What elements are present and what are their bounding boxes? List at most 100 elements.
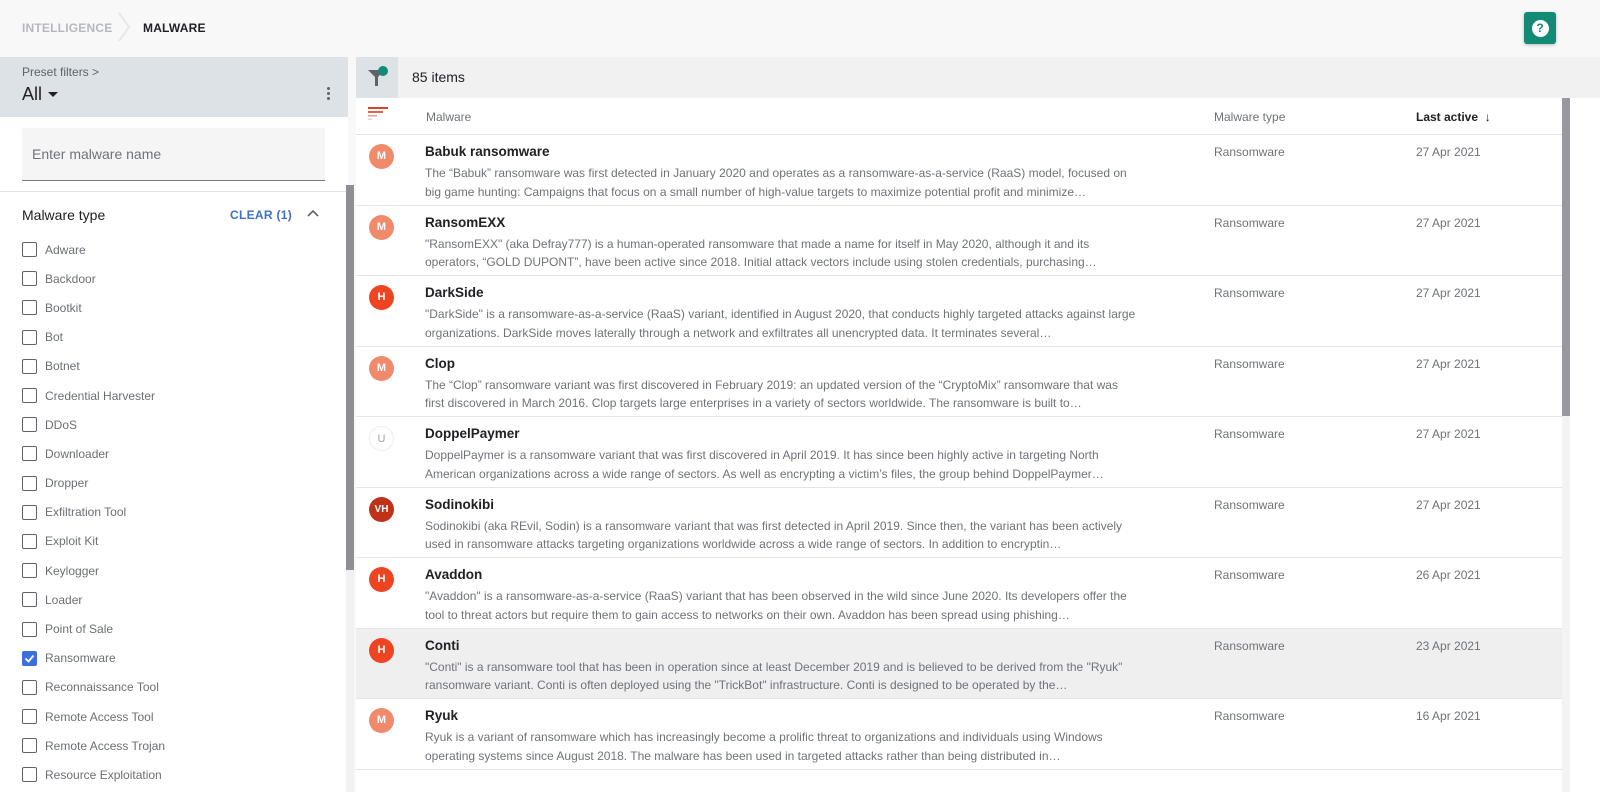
malware-type-option[interactable]: Loader: [22, 585, 322, 614]
checkbox[interactable]: [22, 475, 37, 491]
checkbox[interactable]: [22, 388, 37, 404]
checkbox[interactable]: [22, 563, 37, 579]
checkbox-checked[interactable]: [22, 650, 37, 666]
column-header-last-active[interactable]: Last active ↓: [1416, 110, 1491, 124]
malware-type-option[interactable]: Botnet: [22, 352, 322, 381]
malware-type-option[interactable]: Exploit Kit: [22, 527, 322, 556]
chevron-up-icon[interactable]: [307, 208, 319, 220]
table-row[interactable]: M RansomEXX "RansomEXX" (aka Defray777) is…: [356, 205, 1562, 276]
malware-name[interactable]: Ryuk: [425, 708, 458, 723]
checkbox[interactable]: [22, 242, 37, 258]
malware-type-option[interactable]: Reconnaissance Tool: [22, 673, 322, 702]
checkbox[interactable]: [22, 533, 37, 549]
table-row[interactable]: H Conti "Conti" is a ransomware tool that …: [356, 628, 1562, 699]
checkbox[interactable]: [22, 709, 37, 725]
malware-type-label: Botnet: [45, 359, 80, 374]
malware-type-option[interactable]: Credential Harvester: [22, 381, 322, 410]
malware-type-option[interactable]: Remote Access Tool: [22, 702, 322, 731]
malware-type-option[interactable]: Bootkit: [22, 293, 322, 322]
malware-type-option[interactable]: Keylogger: [22, 556, 322, 585]
preset-filter-dropdown[interactable]: All: [22, 84, 42, 105]
last-active-value: 27 Apr 2021: [1416, 356, 1481, 371]
malware-type-label: Bot: [45, 330, 64, 345]
malware-type-option[interactable]: Adware: [22, 235, 322, 264]
table-row[interactable]: M Babuk ransomware The “Babuk” ransomware …: [356, 135, 1562, 206]
severity-avatar: M: [369, 355, 394, 381]
checkbox[interactable]: [22, 504, 37, 520]
malware-description: Ryuk is a variant of ransomware which ha…: [425, 730, 1103, 763]
help-button[interactable]: ?: [1524, 12, 1556, 44]
malware-type-heading: Malware type: [22, 207, 106, 223]
malware-name[interactable]: Sodinokibi: [425, 497, 494, 512]
severity-avatar: M: [369, 214, 394, 240]
malware-type-option[interactable]: Downloader: [22, 439, 322, 468]
malware-name-input[interactable]: [22, 128, 325, 180]
malware-type-option[interactable]: DDoS: [22, 410, 322, 439]
malware-type-option[interactable]: Point of Sale: [22, 614, 322, 643]
checkbox[interactable]: [22, 679, 37, 695]
severity-avatar: VH: [369, 496, 394, 522]
table-row[interactable]: M Ryuk Ryuk is a variant of ransomware whi…: [356, 699, 1562, 770]
checkbox[interactable]: [22, 621, 37, 637]
table-row[interactable]: H Avaddon "Avaddon" is a ransomware-as-a-s…: [356, 558, 1562, 629]
malware-type-option[interactable]: Dropper: [22, 469, 322, 498]
checkbox[interactable]: [22, 446, 37, 462]
malware-type-label: DDoS: [45, 417, 78, 432]
malware-type-option[interactable]: Exfiltration Tool: [22, 498, 322, 527]
malware-type-label: Point of Sale: [45, 622, 114, 637]
malware-type-label: Keylogger: [45, 563, 100, 578]
preset-filters-label[interactable]: Preset filters >: [22, 65, 99, 79]
malware-name[interactable]: RansomEXX: [425, 215, 505, 230]
malware-type-option[interactable]: Backdoor: [22, 264, 322, 293]
checkbox[interactable]: [22, 300, 37, 316]
checkbox[interactable]: [22, 329, 37, 345]
table-row[interactable]: VH Sodinokibi Sodinokibi (aka REvil, Sodin…: [356, 487, 1562, 558]
column-header-malware-type[interactable]: Malware type: [1214, 110, 1285, 124]
items-count: 85 items: [412, 69, 465, 85]
breadcrumb-intelligence[interactable]: INTELLIGENCE: [22, 21, 112, 35]
last-active-value: 27 Apr 2021: [1416, 286, 1481, 300]
severity-sort-icon[interactable]: [368, 106, 390, 122]
malware-type-option[interactable]: Resource Exploitation: [22, 760, 322, 789]
table-row[interactable]: U DoppelPaymer DoppelPaymer is a ransomwar…: [356, 417, 1562, 488]
malware-name[interactable]: Babuk ransomware: [425, 144, 550, 159]
table-row[interactable]: H DarkSide "DarkSide" is a ransomware-as-a…: [356, 276, 1562, 347]
breadcrumb-separator-icon: [118, 12, 131, 42]
malware-description: "RansomEXX" (aka Defray777) is a human-o…: [425, 236, 1097, 270]
checkbox[interactable]: [22, 592, 37, 608]
malware-type-value: Ransomware: [1214, 427, 1285, 441]
clear-filter-button[interactable]: CLEAR (1): [230, 208, 292, 222]
malware-name[interactable]: Conti: [425, 638, 460, 653]
more-options-icon[interactable]: [322, 87, 334, 105]
last-active-value: 27 Apr 2021: [1416, 145, 1481, 159]
malware-name[interactable]: DoppelPaymer: [425, 426, 520, 441]
checkbox[interactable]: [22, 738, 37, 754]
malware-name[interactable]: DarkSide: [425, 285, 484, 300]
malware-name[interactable]: Clop: [425, 356, 455, 371]
malware-name[interactable]: Avaddon: [425, 567, 482, 582]
checkbox[interactable]: [22, 358, 37, 374]
checkbox[interactable]: [22, 271, 37, 287]
breadcrumb-malware: MALWARE: [143, 21, 206, 35]
checkmark-icon: [24, 654, 35, 663]
filter-toggle-button[interactable]: [356, 57, 398, 98]
malware-type-option[interactable]: Bot: [22, 323, 322, 352]
last-active-value: 23 Apr 2021: [1416, 638, 1481, 653]
column-header-malware[interactable]: Malware: [426, 110, 471, 124]
sidebar-scrollbar-thumb[interactable]: [346, 185, 354, 570]
malware-name-field[interactable]: [22, 128, 325, 181]
last-active-value: 26 Apr 2021: [1416, 568, 1481, 582]
severity-avatar: M: [369, 144, 394, 169]
caret-down-icon[interactable]: [48, 92, 58, 97]
malware-type-label: Dropper: [45, 476, 89, 491]
preset-filters-panel: Preset filters > All: [0, 57, 348, 117]
table-row[interactable]: M Clop The “Clop” ransomware variant was f…: [356, 346, 1562, 417]
malware-type-option[interactable]: Remote Access Trojan: [22, 731, 322, 760]
checkbox[interactable]: [22, 417, 37, 433]
malware-type-option[interactable]: Ransomware: [22, 644, 322, 673]
malware-type-label: Credential Harvester: [45, 388, 156, 403]
checkbox[interactable]: [22, 767, 37, 783]
malware-type-label: Remote Access Trojan: [45, 738, 166, 753]
results-scrollbar-thumb[interactable]: [1562, 98, 1570, 416]
malware-type-label: Reconnaissance Tool: [45, 680, 159, 695]
